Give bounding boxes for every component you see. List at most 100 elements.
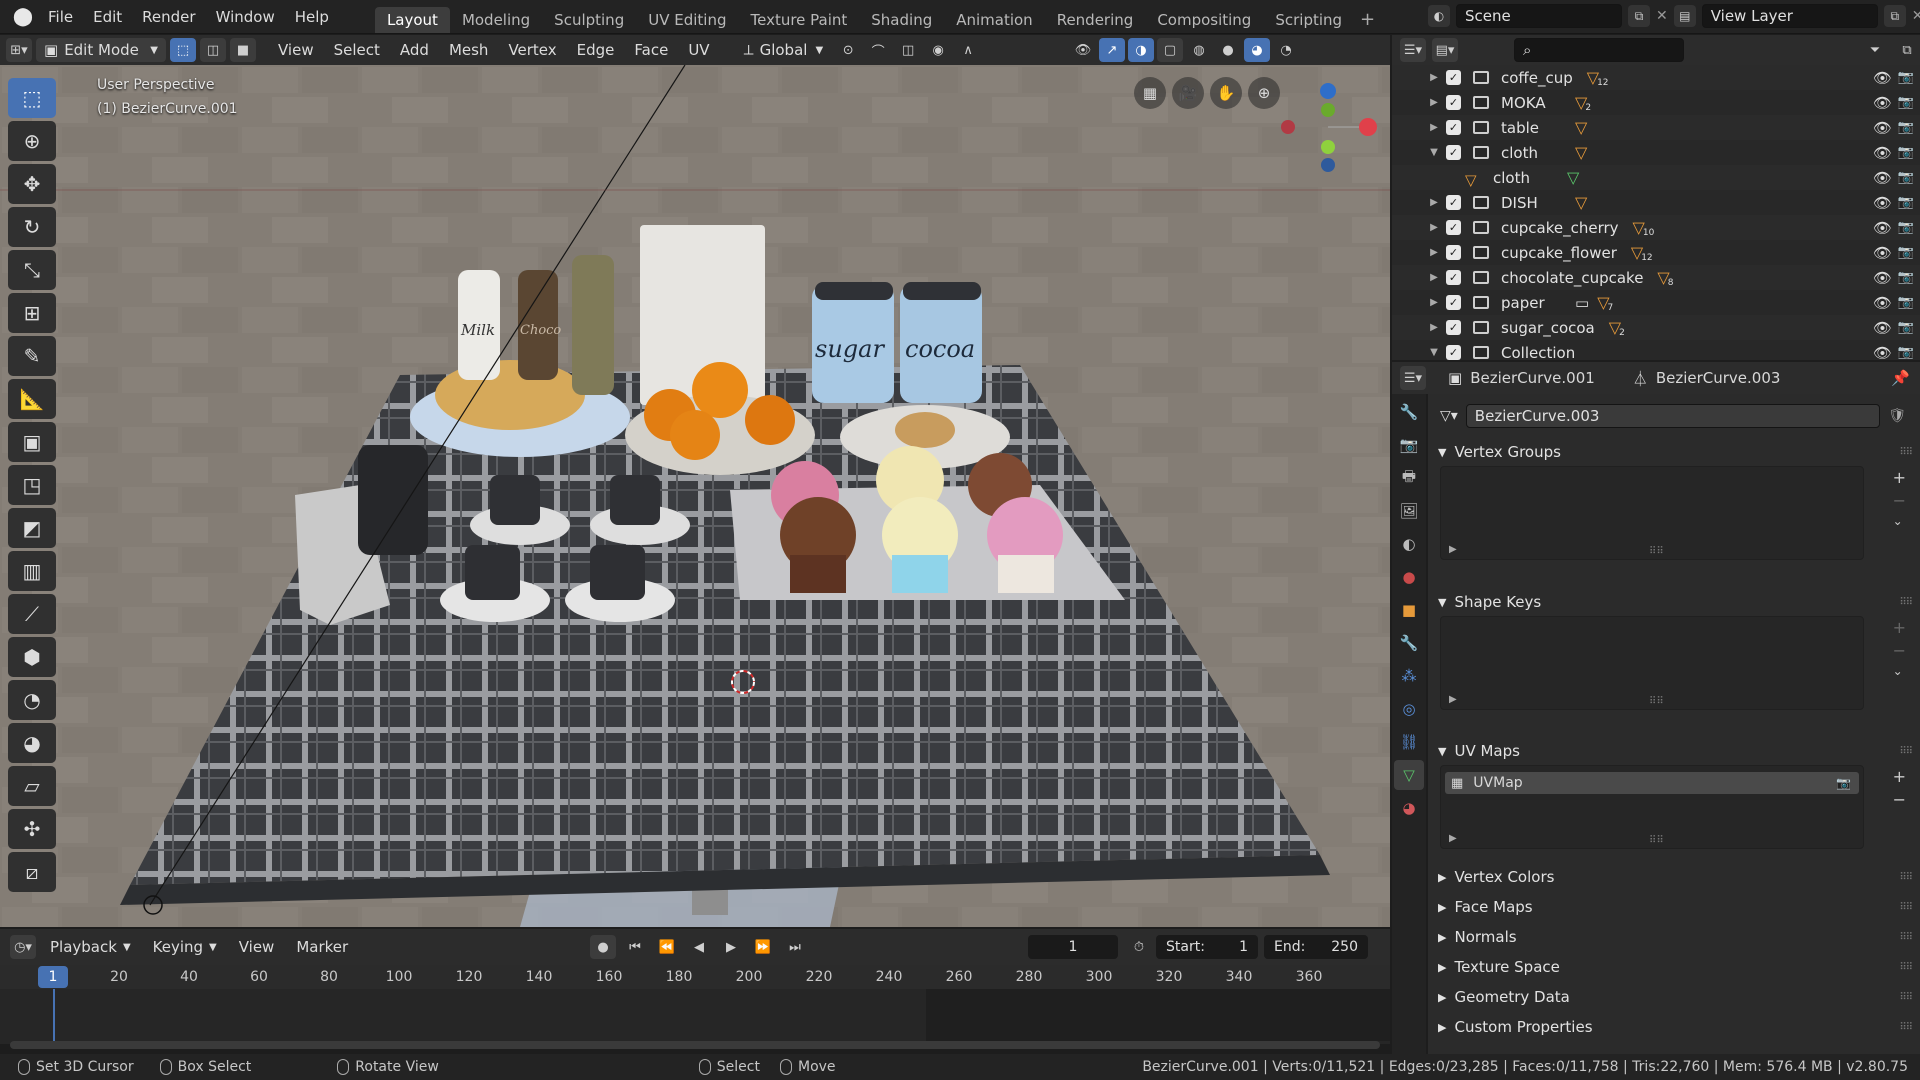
- outliner-row[interactable]: ▶ ✓ chocolate_cupcake ▽ 8 👁 📷: [1392, 265, 1920, 290]
- resize-handle-icon[interactable]: ⠿⠿: [1649, 696, 1664, 707]
- camera-icon[interactable]: 📷: [1898, 170, 1914, 185]
- grip-icon[interactable]: ⠿⠿: [1899, 1022, 1913, 1033]
- exclude-checkbox[interactable]: ✓: [1446, 295, 1461, 310]
- add-icon[interactable]: +: [1893, 468, 1906, 487]
- camera-icon[interactable]: 📷: [1898, 320, 1914, 335]
- move-tool-icon[interactable]: ✥: [8, 164, 56, 204]
- menu-edit[interactable]: Edit: [83, 0, 132, 34]
- camera-view-icon[interactable]: 🎥: [1172, 77, 1204, 109]
- camera-icon[interactable]: 📷: [1898, 270, 1914, 285]
- timeline-area[interactable]: [0, 989, 1390, 1044]
- properties-editor-type-icon[interactable]: ☰▾: [1400, 366, 1426, 390]
- pin-icon[interactable]: 📌: [1891, 369, 1910, 387]
- scene-selector[interactable]: Scene: [1456, 4, 1622, 28]
- data-name-field[interactable]: BezierCurve.003: [1465, 404, 1881, 428]
- collapsed-panel-header[interactable]: ▶ Normals ⠿⠿: [1428, 922, 1920, 952]
- remove-icon[interactable]: −: [1893, 491, 1906, 510]
- mesh-data-icon[interactable]: ▽▾: [1440, 408, 1458, 424]
- exclude-checkbox[interactable]: ✓: [1446, 245, 1461, 260]
- collapsed-triangle-icon[interactable]: ▶: [1426, 322, 1442, 333]
- snap-icon[interactable]: ⌒: [865, 38, 891, 62]
- editor-type-icon[interactable]: ⊞▾: [6, 38, 32, 62]
- rotate-tool-icon[interactable]: ↻: [8, 207, 56, 247]
- grid-view-icon[interactable]: ▦: [1134, 77, 1166, 109]
- outliner-row[interactable]: ▶ ✓ sugar_cocoa ▽ 2 👁 📷: [1392, 315, 1920, 340]
- edge-select-icon[interactable]: ◫: [200, 38, 226, 62]
- mesh-data-icon[interactable]: ▽: [1567, 168, 1579, 187]
- exclude-checkbox[interactable]: ✓: [1446, 95, 1461, 110]
- menu-select[interactable]: Select: [326, 38, 388, 62]
- collapsed-triangle-icon[interactable]: ▶: [1426, 247, 1442, 258]
- grip-icon[interactable]: ⠿⠿: [1899, 447, 1913, 458]
- jump-end-icon[interactable]: ⏭: [782, 935, 808, 959]
- camera-icon[interactable]: 📷: [1898, 220, 1914, 235]
- proportional-edit-icon[interactable]: ◉: [925, 38, 951, 62]
- view-layer-tab-icon[interactable]: 🖼: [1394, 496, 1424, 526]
- camera-icon[interactable]: 📷: [1898, 95, 1914, 110]
- menu-playback[interactable]: Playback ▼: [42, 935, 139, 959]
- camera-icon[interactable]: 📷: [1898, 245, 1914, 260]
- modifier-tab-icon[interactable]: 🔧: [1394, 628, 1424, 658]
- measure-tool-icon[interactable]: 📐: [8, 379, 56, 419]
- new-scene-icon[interactable]: ⧉: [1628, 5, 1650, 27]
- scale-tool-icon[interactable]: ⤡: [8, 250, 56, 290]
- add-workspace-icon[interactable]: +: [1360, 9, 1375, 30]
- mesh-object-icon[interactable]: ▽: [1575, 193, 1587, 212]
- collapsed-triangle-icon[interactable]: ▶: [1426, 72, 1442, 83]
- exclude-checkbox[interactable]: ✓: [1446, 320, 1461, 335]
- eye-icon[interactable]: 👁: [1873, 69, 1892, 87]
- object-tab-icon[interactable]: ■: [1394, 595, 1424, 625]
- add-icon[interactable]: +: [1893, 618, 1906, 637]
- vertex-groups-list[interactable]: ▶ ⠿⠿: [1440, 466, 1864, 560]
- timeline-ruler[interactable]: 1 20 40 60 80 100 120 140 160 180 200 22…: [0, 965, 1390, 989]
- menu-add[interactable]: Add: [392, 38, 437, 62]
- exclude-checkbox[interactable]: ✓: [1446, 270, 1461, 285]
- exclude-checkbox[interactable]: ✓: [1446, 120, 1461, 135]
- prev-keyframe-icon[interactable]: ⏪: [654, 935, 680, 959]
- expanded-triangle-icon[interactable]: ▼: [1426, 147, 1442, 158]
- menu-uv[interactable]: UV: [680, 38, 717, 62]
- knife-tool-icon[interactable]: ⟋: [8, 594, 56, 634]
- next-keyframe-icon[interactable]: ⏩: [750, 935, 776, 959]
- face-select-icon[interactable]: ■: [230, 38, 256, 62]
- expand-list-icon[interactable]: ▶: [1449, 833, 1457, 844]
- eye-icon[interactable]: 👁: [1873, 219, 1892, 237]
- outliner-row[interactable]: ▼ ✓ cloth ▽ 👁 📷: [1392, 140, 1920, 165]
- remove-icon[interactable]: −: [1893, 790, 1906, 809]
- grip-icon[interactable]: ⠿⠿: [1899, 902, 1913, 913]
- world-tab-icon[interactable]: ●: [1394, 562, 1424, 592]
- new-view-layer-icon[interactable]: ⧉: [1883, 5, 1906, 27]
- jump-start-icon[interactable]: ⏮: [622, 935, 648, 959]
- new-collection-icon[interactable]: ⧉: [1894, 38, 1920, 62]
- grip-icon[interactable]: ⠿⠿: [1899, 597, 1913, 608]
- cursor-tool-icon[interactable]: ⊕: [8, 121, 56, 161]
- output-tab-icon[interactable]: 🖶: [1394, 463, 1424, 493]
- menu-keying[interactable]: Keying ▼: [145, 935, 225, 959]
- visibility-icon[interactable]: 👁: [1070, 38, 1096, 62]
- collection-icon[interactable]: ▭: [1575, 294, 1589, 312]
- eye-icon[interactable]: 👁: [1873, 194, 1892, 212]
- exclude-checkbox[interactable]: ✓: [1446, 345, 1461, 360]
- vertex-groups-panel-header[interactable]: ▼ Vertex Groups ⠿⠿: [1428, 438, 1920, 466]
- remove-scene-icon[interactable]: ✕: [1656, 8, 1668, 24]
- data-tab-icon[interactable]: ▽: [1394, 760, 1424, 790]
- eye-icon[interactable]: 👁: [1873, 144, 1892, 162]
- menu-marker[interactable]: Marker: [288, 935, 356, 959]
- menu-chevron-icon[interactable]: ⌄: [1893, 514, 1906, 528]
- active-render-camera-icon[interactable]: 📷: [1836, 776, 1851, 790]
- grip-icon[interactable]: ⠿⠿: [1899, 992, 1913, 1003]
- filter-icon[interactable]: ⏷: [1862, 38, 1888, 62]
- eye-icon[interactable]: 👁: [1873, 294, 1892, 312]
- remove-icon[interactable]: −: [1893, 641, 1906, 660]
- bevel-tool-icon[interactable]: ◩: [8, 508, 56, 548]
- shrink-fatten-tool-icon[interactable]: ✣: [8, 809, 56, 849]
- gizmo-icon[interactable]: ↗: [1099, 38, 1125, 62]
- orientation-selector[interactable]: ⟂ Global ▼: [736, 38, 832, 62]
- expand-list-icon[interactable]: ▶: [1449, 544, 1457, 555]
- tab-compositing[interactable]: Compositing: [1145, 7, 1263, 33]
- collapsed-panel-header[interactable]: ▶ Texture Space ⠿⠿: [1428, 952, 1920, 982]
- grip-icon[interactable]: ⠿⠿: [1899, 932, 1913, 943]
- grip-icon[interactable]: ⠿⠿: [1899, 872, 1913, 883]
- poly-build-tool-icon[interactable]: ⬢: [8, 637, 56, 677]
- menu-face[interactable]: Face: [626, 38, 676, 62]
